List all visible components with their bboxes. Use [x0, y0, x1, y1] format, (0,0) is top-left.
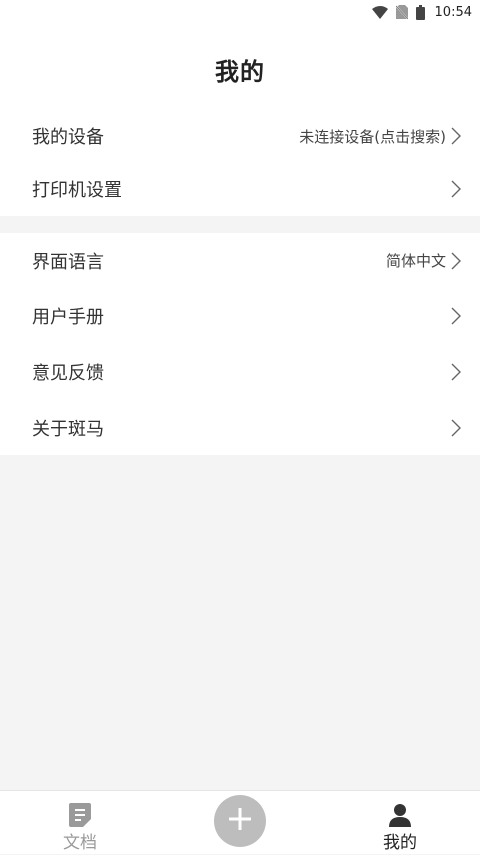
- nav-tab-mine[interactable]: 我的: [320, 791, 480, 855]
- settings-group-device: 我的设备 未连接设备(点击搜索) 打印机设置: [0, 110, 480, 216]
- document-icon: [69, 803, 91, 831]
- settings-item-label: 关于斑马: [32, 419, 104, 440]
- bottom-nav: 文档 我的: [0, 790, 480, 854]
- settings-item-label: 界面语言: [32, 251, 104, 273]
- settings-item-user-manual[interactable]: 用户手册: [0, 288, 480, 344]
- status-bar: 10:54: [0, 0, 480, 24]
- settings-item-label: 打印机设置: [32, 180, 122, 201]
- plus-icon: [229, 808, 251, 834]
- settings-item-label: 用户手册: [32, 307, 104, 328]
- nav-tab-label: 文档: [63, 833, 97, 853]
- nav-add-container: [160, 791, 320, 855]
- no-sim-icon: [395, 5, 408, 19]
- chevron-right-icon: [450, 419, 462, 437]
- language-value: 简体中文: [385, 252, 446, 270]
- page-title: 我的: [215, 57, 265, 86]
- settings-item-about[interactable]: 关于斑马: [0, 400, 480, 456]
- status-time: 10:54: [434, 4, 472, 20]
- chevron-right-icon: [450, 180, 462, 198]
- battery-icon: [415, 4, 425, 20]
- add-button[interactable]: [214, 795, 266, 847]
- settings-item-label: 我的设备: [32, 127, 104, 148]
- device-status-value: 未连接设备(点击搜索): [299, 127, 446, 146]
- nav-tab-documents[interactable]: 文档: [0, 791, 160, 855]
- settings-item-label: 意见反馈: [32, 363, 104, 384]
- nav-tab-label: 我的: [383, 833, 417, 853]
- chevron-right-icon: [450, 127, 462, 145]
- settings-group-general: 界面语言 简体中文 用户手册 意见反馈 关于斑马: [0, 233, 480, 455]
- settings-item-printer-settings[interactable]: 打印机设置: [0, 162, 480, 216]
- page-header: 我的: [0, 24, 480, 110]
- settings-item-language[interactable]: 界面语言 简体中文: [0, 233, 480, 288]
- settings-item-my-device[interactable]: 我的设备 未连接设备(点击搜索): [0, 110, 480, 162]
- chevron-right-icon: [450, 363, 462, 381]
- chevron-right-icon: [450, 307, 462, 325]
- wifi-icon: [371, 5, 388, 19]
- settings-item-feedback[interactable]: 意见反馈: [0, 344, 480, 400]
- chevron-right-icon: [450, 252, 462, 270]
- person-icon: [388, 803, 412, 831]
